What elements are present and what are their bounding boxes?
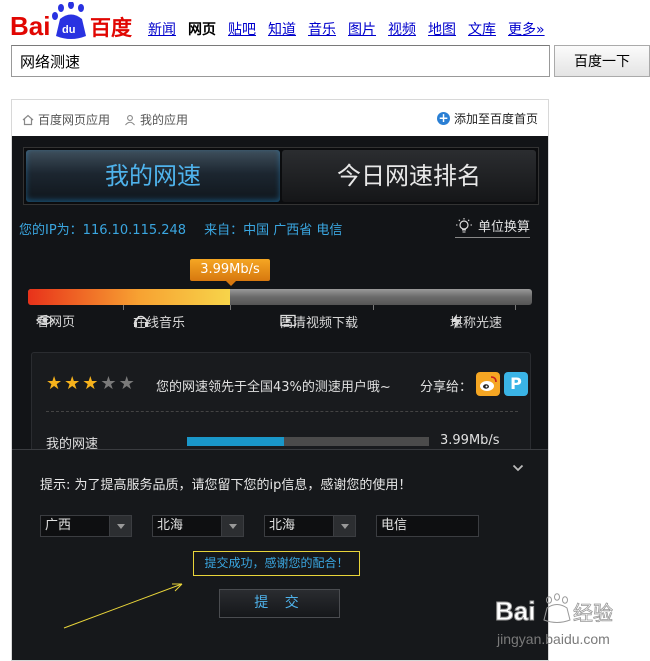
speedtest-app: 百度网页应用 我的应用 + 添加至百度首页 我的网速 今日网速排名 您的IP为：… [11, 99, 549, 661]
district-value: 北海 [269, 518, 296, 533]
result-panel: ★ ★ ★ ★ ★ 您的网速领先于全国43%的测速用户哦~ 分享给： P 我的网速 3.… [31, 352, 531, 452]
star-filled-icon: ★ [82, 373, 99, 394]
pshare-icon[interactable]: P [504, 372, 528, 396]
nav-zhidao[interactable]: 知道 [268, 22, 296, 38]
scale-browse: 看网页 [36, 314, 75, 330]
scale-music-label: 在线音乐 [133, 315, 186, 331]
weibo-share-icon[interactable] [476, 372, 500, 396]
speed-tooltip: 3.99Mb/s [190, 259, 270, 286]
nav-music[interactable]: 音乐 [308, 22, 336, 38]
city-value: 北海 [157, 518, 184, 533]
tab-bar: 我的网速 今日网速排名 [23, 147, 539, 205]
top-nav: 新闻 网页 贴吧 知道 音乐 图片 视频 地图 文库 更多» [148, 19, 557, 39]
isp-field[interactable]: 电信 [376, 515, 479, 537]
lightbulb-icon [455, 217, 472, 233]
watermark-bai: Bai [495, 596, 535, 626]
user-icon [125, 114, 135, 125]
search-input[interactable] [11, 45, 550, 77]
plus-icon: + [436, 111, 450, 125]
add-to-home-button[interactable]: + 添加至百度首页 [436, 110, 538, 127]
paw-icon [543, 593, 571, 623]
star-empty-icon: ★ [118, 373, 135, 394]
logo-bai-text: Bai [10, 11, 50, 41]
province-value: 广西 [45, 518, 72, 533]
speedtest-panel: 我的网速 今日网速排名 您的IP为：116.10.115.248 来自：中国 广西… [12, 136, 548, 660]
chevron-down-icon [109, 516, 131, 536]
breadcrumb-home[interactable]: 百度网页应用 [22, 111, 110, 128]
ip-origin: 来自：中国 广西省 电信 [204, 223, 343, 238]
scale-hd-video: 高清视频下载 [280, 314, 358, 331]
paw-icon: du [52, 2, 86, 39]
search-button[interactable]: 百度一下 [554, 45, 650, 77]
page: Bai du 百度 新闻网页贴吧知道音乐图片视频地图文库更多» 百度一下 百度网… [0, 0, 650, 661]
my-speed-bar [187, 437, 429, 446]
isp-value: 电信 [381, 518, 408, 533]
add-to-home-label: 添加至百度首页 [453, 112, 538, 126]
scale-music: 在线音乐 [133, 314, 185, 331]
watermark-jingyan: 经验 [573, 601, 613, 625]
ip-info: 您的IP为：116.10.115.248 来自：中国 广西省 电信 [19, 219, 342, 238]
nav-map[interactable]: 地图 [428, 22, 456, 38]
logo-du-text: du [62, 24, 75, 36]
unit-switch-button[interactable]: 单位换算 [454, 216, 530, 238]
app-header: 百度网页应用 我的应用 + 添加至百度首页 [12, 100, 548, 136]
nav-video[interactable]: 视频 [388, 22, 416, 38]
ip-address: 您的IP为：116.10.115.248 [19, 223, 187, 238]
divider [46, 411, 518, 412]
star-empty-icon: ★ [100, 373, 117, 394]
breadcrumb-home-label: 百度网页应用 [38, 113, 111, 127]
rank-text: 您的网速领先于全国43%的测速用户哦~ [156, 380, 391, 395]
nav-tieba[interactable]: 贴吧 [228, 22, 256, 38]
unit-switch-label: 单位换算 [477, 220, 530, 235]
watermark-logo: Bai 经验 jingyan.baidu.com [495, 593, 613, 647]
scale-browse-label: 看网页 [36, 314, 76, 330]
scale-light-speed-label: 堪称光速 [450, 316, 503, 331]
scale-light-speed: 堪称光速 [450, 314, 502, 331]
city-select[interactable]: 北海 [152, 515, 244, 537]
share-label: 分享给： [420, 380, 473, 395]
success-message: 提交成功，感谢您的配合！ [193, 551, 360, 576]
form-prompt: 提示: 为了提高服务品质，请您留下您的ip信息，感谢您的使用！ [40, 478, 412, 493]
rating-stars: ★ ★ ★ ★ ★ [46, 373, 135, 394]
speed-gauge-fill [28, 289, 230, 305]
chevron-down-icon [221, 516, 243, 536]
annotation-arrow [63, 583, 183, 629]
submit-button[interactable]: 提 交 [219, 589, 340, 618]
home-icon [22, 114, 34, 125]
scale-hd-video-label: 高清视频下载 [280, 315, 359, 331]
speed-gauge [28, 289, 532, 305]
nav-images[interactable]: 图片 [348, 22, 376, 38]
tab-today-rank[interactable]: 今日网速排名 [282, 150, 536, 202]
breadcrumb-mine-label: 我的应用 [140, 113, 189, 127]
ip-info-form: 提示: 为了提高服务品质，请您留下您的ip信息，感谢您的使用！ 广西 北海 北海… [12, 449, 548, 660]
tab-my-speed[interactable]: 我的网速 [26, 150, 280, 202]
collapse-icon[interactable] [512, 460, 524, 476]
baidu-logo[interactable]: Bai du 百度 [10, 2, 135, 42]
nav-web[interactable]: 网页 [188, 22, 216, 38]
breadcrumb-mine[interactable]: 我的应用 [124, 111, 188, 128]
nav-news[interactable]: 新闻 [148, 22, 176, 38]
district-select[interactable]: 北海 [264, 515, 356, 537]
nav-wenku[interactable]: 文库 [468, 22, 496, 38]
nav-more[interactable]: 更多» [508, 22, 545, 38]
speed-gauge-ticks [28, 305, 532, 311]
star-filled-icon: ★ [46, 373, 63, 394]
my-speed-value: 3.99Mb/s [440, 433, 500, 448]
watermark-url: jingyan.baidu.com [496, 631, 610, 647]
chevron-down-icon [333, 516, 355, 536]
star-filled-icon: ★ [64, 373, 81, 394]
logo-cn-text: 百度 [90, 16, 132, 40]
province-select[interactable]: 广西 [40, 515, 132, 537]
my-speed-bar-fill [187, 437, 284, 446]
speed-scale: 看网页 在线音乐 高清视频下载 堪称光速 [28, 314, 532, 332]
